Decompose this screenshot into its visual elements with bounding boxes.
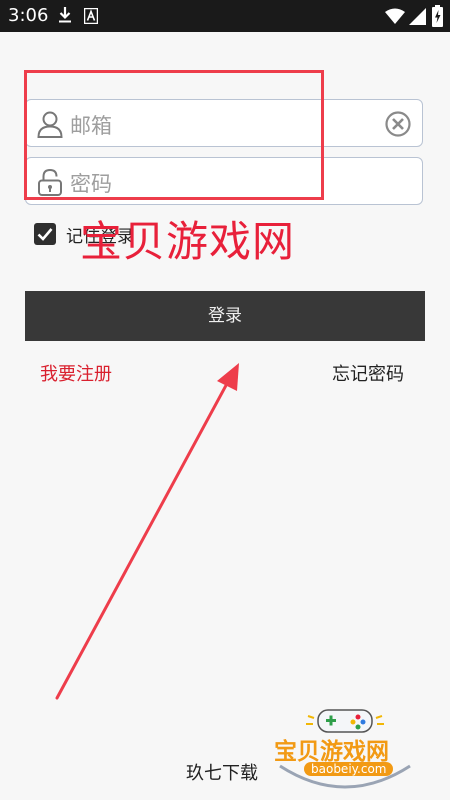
watermark-logo-title: 宝贝游戏网 [274, 739, 389, 765]
status-time: 3:06 [8, 5, 49, 26]
battery-charging-icon [432, 5, 443, 27]
login-button[interactable]: 登录 [25, 291, 425, 341]
watermark-text: 宝贝游戏网 [80, 217, 296, 266]
watermark-logo-url: baobeiy.com [304, 762, 394, 776]
footer-brand: 玖七下载 [186, 763, 258, 784]
clear-input-icon[interactable] [384, 110, 412, 138]
remember-checkbox[interactable] [34, 223, 56, 245]
font-a-icon [84, 8, 98, 24]
forgot-password-link[interactable]: 忘记密码 [332, 360, 404, 386]
watermark-logo: 宝贝游戏网 baobeiy.com [270, 706, 420, 796]
register-link[interactable]: 我要注册 [40, 360, 112, 386]
signal-icon [409, 8, 426, 25]
checkmark-icon [37, 228, 53, 241]
download-icon [59, 7, 71, 23]
wifi-icon [385, 8, 405, 24]
status-bar: 3:06 [0, 0, 450, 32]
annotation-highlight-box [24, 70, 324, 200]
